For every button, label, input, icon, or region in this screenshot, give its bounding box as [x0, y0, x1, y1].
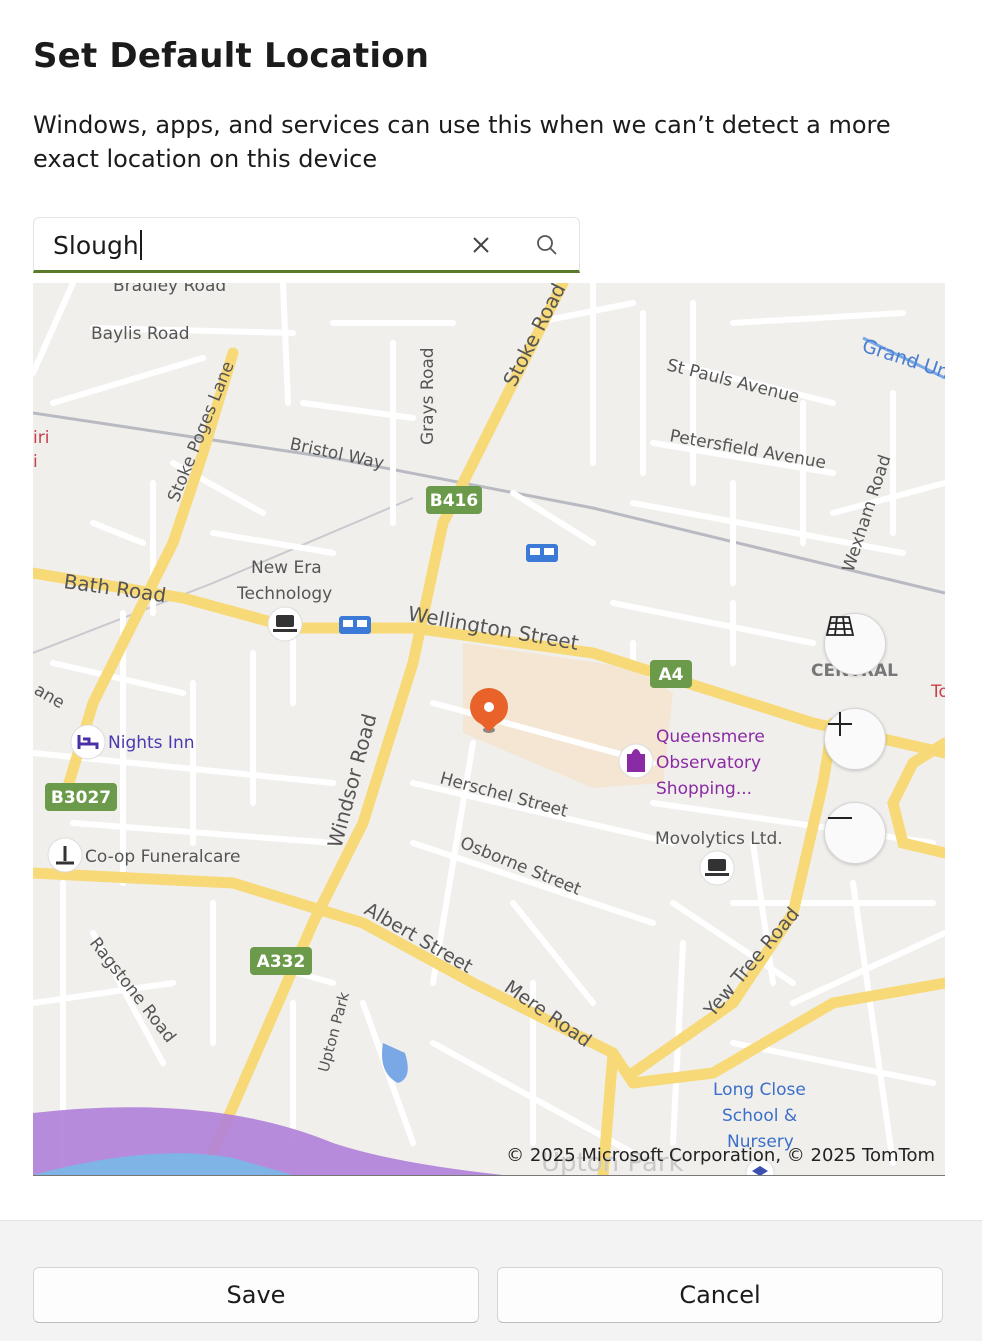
svg-text:Nights Inn: Nights Inn: [108, 733, 195, 753]
dialog-description: Windows, apps, and services can use this…: [33, 111, 891, 173]
road-shield-b3027: B3027: [45, 783, 117, 811]
clear-button[interactable]: [466, 230, 496, 260]
zoom-out-button[interactable]: [824, 802, 886, 864]
close-icon: [473, 237, 489, 253]
laptop-icon: [708, 859, 726, 871]
road-label: Bradley Road: [113, 283, 226, 296]
road-shield-a4: A4: [650, 660, 692, 688]
svg-text:Long Close: Long Close: [713, 1080, 806, 1100]
svg-text:Queensmere: Queensmere: [656, 727, 765, 747]
svg-text:A332: A332: [257, 952, 306, 972]
map-attribution: © 2025 Microsoft Corporation, © 2025 Tom…: [506, 1145, 935, 1166]
road-label: Grays Road: [418, 347, 438, 445]
zoom-in-button[interactable]: [824, 708, 886, 770]
minus-icon: [828, 817, 852, 819]
map-grid-icon: [825, 616, 855, 636]
svg-text:A4: A4: [659, 665, 684, 685]
svg-text:Shopping...: Shopping...: [656, 779, 752, 799]
svg-text:Movolytics Ltd.: Movolytics Ltd.: [655, 829, 783, 849]
laptop-icon: [276, 615, 294, 627]
map-view[interactable]: B416 A4 B3027 A332 Bradley Road Baylis R…: [33, 283, 945, 1176]
road-label: Baylis Road: [91, 324, 190, 344]
plus-icon: [828, 712, 852, 736]
svg-text:B416: B416: [430, 491, 478, 511]
svg-text:New Era: New Era: [251, 558, 322, 578]
svg-text:Co-op Funeralcare: Co-op Funeralcare: [85, 847, 240, 867]
road-shield-b416: B416: [426, 486, 482, 514]
search-input[interactable]: Slough: [53, 230, 142, 260]
poi-label-partial: To: [930, 682, 945, 702]
bus-stop-icon[interactable]: [526, 544, 558, 562]
poi-label-partial: iri: [33, 428, 49, 448]
dialog-title: Set Default Location: [33, 36, 430, 76]
svg-text:Technology: Technology: [236, 584, 332, 604]
svg-text:B3027: B3027: [51, 788, 111, 808]
map-canvas[interactable]: B416 A4 B3027 A332 Bradley Road Baylis R…: [33, 283, 945, 1175]
text-caret: [139, 230, 142, 260]
svg-text:Observatory: Observatory: [656, 753, 761, 773]
search-box[interactable]: Slough: [33, 217, 580, 273]
svg-text:School &: School &: [722, 1106, 797, 1126]
cancel-button[interactable]: Cancel: [497, 1267, 943, 1323]
search-icon: [537, 235, 557, 255]
dialog-footer: Save Cancel: [0, 1220, 982, 1341]
poi-label-partial: i: [33, 452, 38, 472]
search-button[interactable]: [532, 230, 562, 260]
map-style-button[interactable]: [824, 613, 886, 675]
bus-stop-icon[interactable]: [339, 616, 371, 634]
road-shield-a332: A332: [250, 947, 312, 975]
save-button[interactable]: Save: [33, 1267, 479, 1323]
